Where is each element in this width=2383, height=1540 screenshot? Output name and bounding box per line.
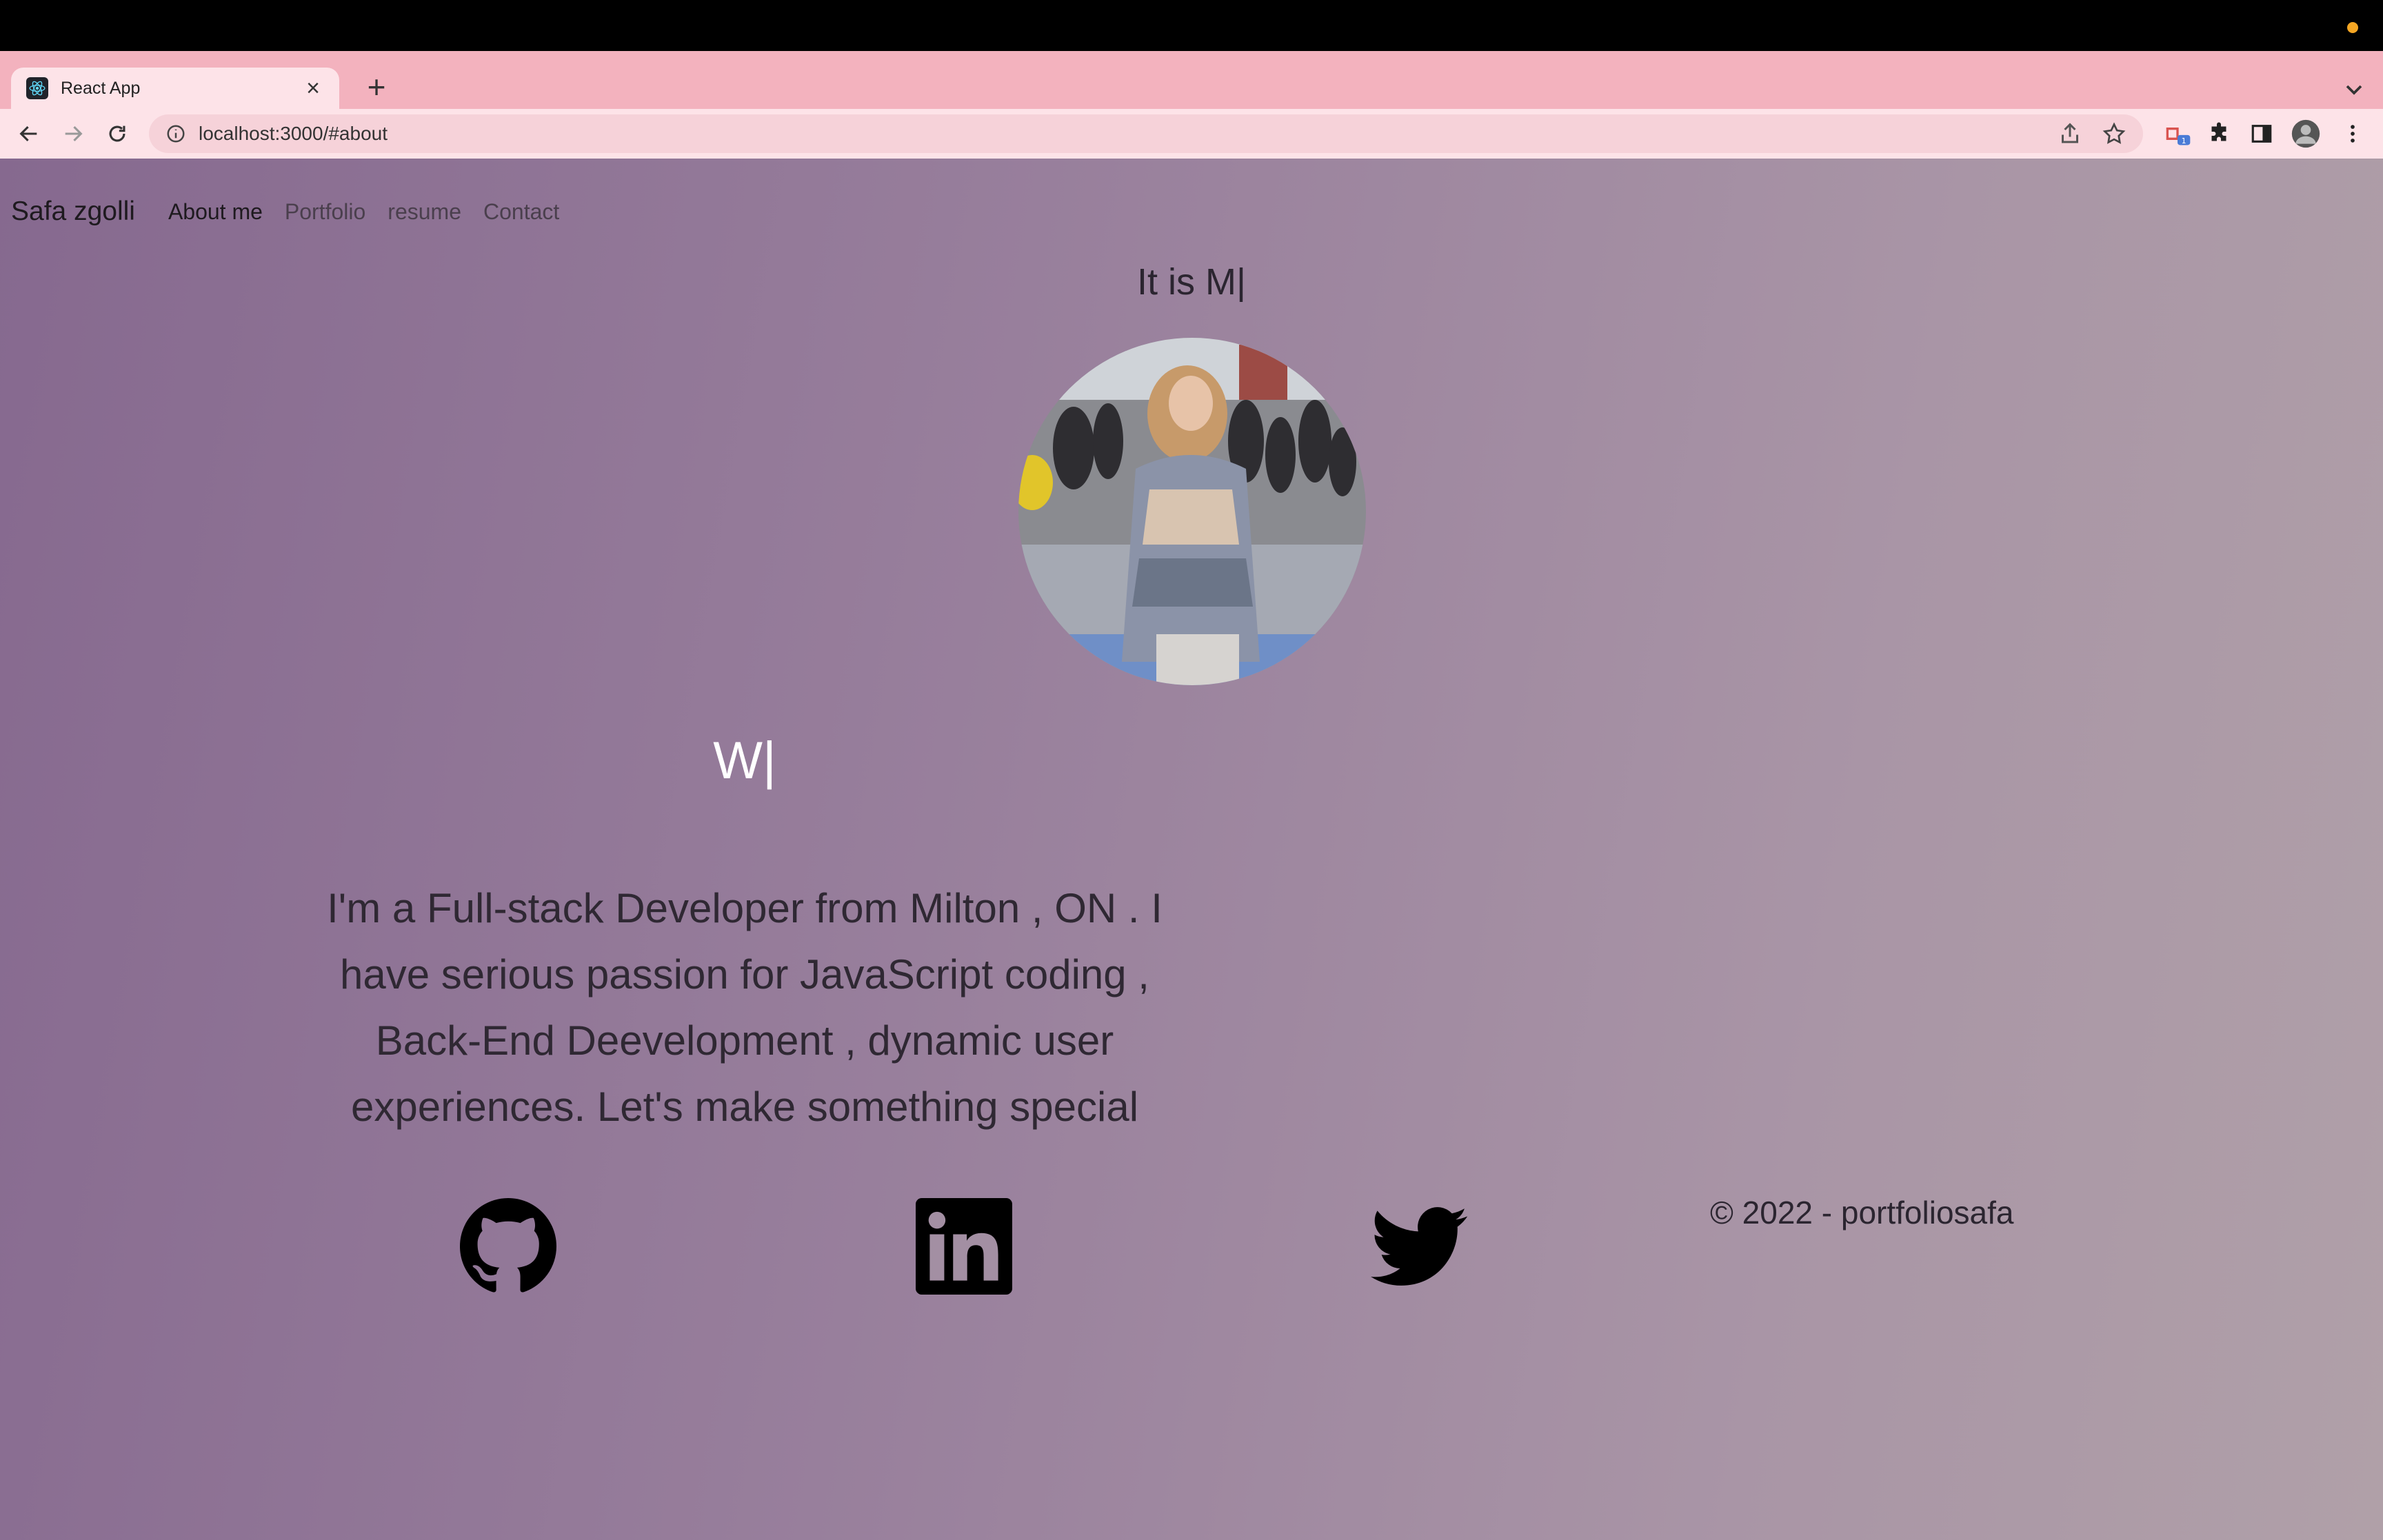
linkedin-icon[interactable] xyxy=(916,1198,1012,1295)
status-dot xyxy=(2347,22,2358,33)
copyright-text: © 2022 - portfoliosafa xyxy=(1710,1195,2014,1230)
browser-tab-strip: React App × + xyxy=(0,51,2383,109)
address-bar[interactable]: localhost:3000/#about xyxy=(149,114,2143,153)
url-text[interactable]: localhost:3000/#about xyxy=(199,123,2038,145)
nav-link-portfolio[interactable]: Portfolio xyxy=(285,199,365,225)
reload-icon[interactable] xyxy=(101,117,134,150)
system-top-bar xyxy=(0,0,2383,51)
twitter-icon[interactable] xyxy=(1371,1198,1467,1295)
profile-avatar[interactable] xyxy=(2291,119,2321,149)
greeting-typewriter: It is M| xyxy=(1136,261,1247,303)
browser-tab[interactable]: React App × xyxy=(11,68,339,109)
kebab-menu-icon[interactable] xyxy=(2337,119,2368,149)
nav-link-resume[interactable]: resume xyxy=(388,199,461,225)
site-navbar: Safa zgolli About me Portfolio resume Co… xyxy=(11,194,581,229)
bio-paragraph: I'm a Full-stack Developer from Milton ,… xyxy=(327,885,1163,1130)
github-icon[interactable] xyxy=(460,1198,556,1295)
info-icon[interactable] xyxy=(165,123,186,144)
share-icon[interactable] xyxy=(2058,121,2082,146)
brand-name[interactable]: Safa zgolli xyxy=(11,196,135,227)
nav-link-contact[interactable]: Contact xyxy=(483,199,559,225)
react-favicon xyxy=(26,77,48,99)
extension-badge: 1 xyxy=(2182,136,2186,145)
forward-arrow-icon[interactable] xyxy=(57,117,90,150)
tab-title: React App xyxy=(61,78,141,98)
browser-toolbar: localhost:3000/#about 1 xyxy=(0,109,2383,159)
extension-icon[interactable]: 1 xyxy=(2162,119,2193,149)
nav-link-about[interactable]: About me xyxy=(168,199,263,225)
tab-list-chevron-icon[interactable] xyxy=(2340,76,2368,103)
back-arrow-icon[interactable] xyxy=(12,117,46,150)
new-tab-button[interactable]: + xyxy=(357,68,396,106)
profile-photo xyxy=(1018,338,1366,685)
star-icon[interactable] xyxy=(2102,121,2126,146)
tab-close-icon[interactable]: × xyxy=(299,75,327,102)
puzzle-icon[interactable] xyxy=(2204,119,2234,149)
typewriter-text: W| xyxy=(713,731,776,790)
page-content: Safa zgolli About me Portfolio resume Co… xyxy=(0,159,2383,1540)
sidepanel-icon[interactable] xyxy=(2246,119,2277,149)
